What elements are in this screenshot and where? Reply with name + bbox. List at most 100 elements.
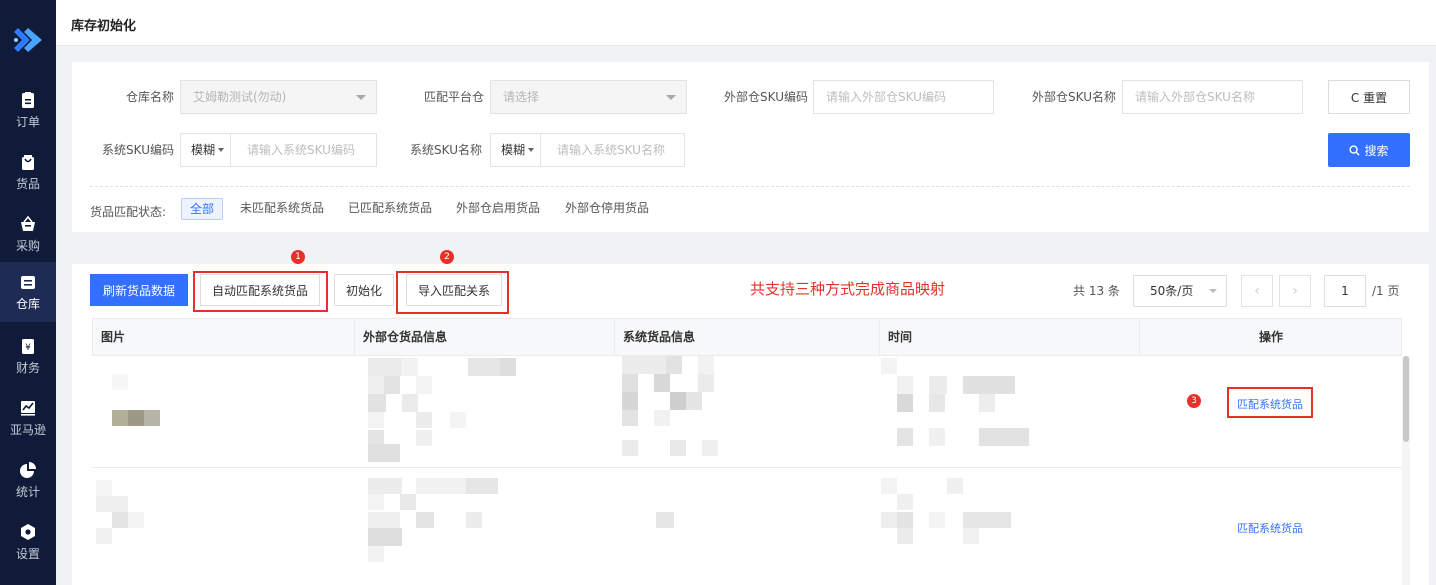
- mapping-note: 共支持三种方式完成商品映射: [750, 280, 946, 298]
- nav-item-goods[interactable]: 货品: [0, 142, 56, 202]
- page-number-input[interactable]: 1: [1324, 275, 1366, 307]
- sidebar: 订单 货品 采购 仓库 ¥ 财务 亚马逊 统计 设置: [0, 0, 56, 585]
- filter-panel: 仓库名称 艾姆勒测试(勿动) 匹配平台仓 请选择 外部仓SKU编码 请输入外部仓…: [72, 62, 1429, 232]
- nav-label: 货品: [15, 177, 40, 191]
- status-tab-matched[interactable]: 已匹配系统货品: [340, 198, 440, 220]
- sys-sku-code-label: 系统SKU编码: [102, 143, 174, 157]
- caret-down-icon: [528, 148, 534, 152]
- nav-label: 采购: [15, 239, 40, 253]
- nav-label: 财务: [15, 361, 40, 375]
- sys-goods-info: [614, 468, 879, 585]
- sys-goods-info: [614, 356, 879, 468]
- ext-sku-code-label: 外部仓SKU编码: [724, 90, 808, 104]
- match-status-label: 货品匹配状态:: [90, 205, 167, 219]
- next-page-button[interactable]: ›: [1279, 275, 1311, 307]
- chevron-down-icon: [666, 95, 676, 100]
- annotation-marker-2: 2: [440, 250, 454, 264]
- table-row: 匹配系统货品: [92, 468, 1402, 585]
- reset-button[interactable]: C 重置: [1328, 80, 1410, 114]
- match-system-goods-link[interactable]: 匹配系统货品: [1237, 520, 1303, 536]
- ext-sku-code-placeholder: 请输入外部仓SKU编码: [826, 90, 946, 104]
- nav-item-finance[interactable]: ¥ 财务: [0, 326, 56, 386]
- time-info: [879, 356, 1139, 468]
- import-mapping-button[interactable]: 导入匹配关系: [406, 274, 502, 306]
- nav-label: 统计: [15, 485, 40, 499]
- nav-item-settings[interactable]: 设置: [0, 512, 56, 572]
- annotation-marker-1: 1: [291, 250, 305, 264]
- annotation-marker-3: 3: [1187, 394, 1201, 408]
- status-tab-all[interactable]: 全部: [181, 198, 224, 220]
- sys-sku-code-mode-select[interactable]: 模糊: [181, 134, 231, 166]
- status-tab-ext-enabled[interactable]: 外部仓启用货品: [448, 198, 548, 220]
- svg-text:¥: ¥: [25, 343, 31, 353]
- ext-sku-name-input[interactable]: 请输入外部仓SKU名称: [1122, 80, 1303, 114]
- chevron-down-icon: [1209, 289, 1217, 293]
- table-row: 3 匹配系统货品: [92, 356, 1402, 468]
- status-tab-ext-disabled[interactable]: 外部仓停用货品: [557, 198, 657, 220]
- finance-icon: ¥: [22, 339, 34, 354]
- ext-sku-name-label: 外部仓SKU名称: [1032, 90, 1116, 104]
- warehouse-name-value: 艾姆勒测试(勿动): [193, 90, 287, 104]
- nav-label: 订单: [15, 115, 40, 129]
- trend-chart-icon: [21, 401, 35, 416]
- filter-divider: [90, 186, 1410, 187]
- column-header-action: 操作: [1258, 330, 1283, 344]
- top-bar: 库存初始化: [56, 0, 1436, 46]
- nav-label: 设置: [15, 547, 40, 561]
- ext-goods-info: [354, 356, 614, 468]
- basket-icon: [21, 215, 35, 231]
- settings-icon: [21, 524, 35, 540]
- match-system-goods-link[interactable]: 匹配系统货品: [1237, 396, 1303, 412]
- column-header-sys-goods: 系统货品信息: [615, 319, 880, 355]
- search-button[interactable]: 搜索: [1328, 133, 1410, 167]
- pie-chart-icon: [20, 462, 36, 478]
- nav-item-purchase[interactable]: 采购: [0, 204, 56, 264]
- auto-match-button[interactable]: 自动匹配系统货品: [200, 274, 320, 306]
- nav-item-amazon[interactable]: 亚马逊: [0, 388, 56, 448]
- column-header-time: 时间: [880, 319, 1140, 355]
- pagination-total: 共 13 条: [1073, 284, 1120, 298]
- nav-label: 仓库: [15, 297, 40, 311]
- page-title: 库存初始化: [71, 19, 137, 34]
- search-button-label: 搜索: [1364, 143, 1389, 158]
- match-platform-label: 匹配平台仓: [423, 90, 484, 104]
- column-header-image: 图片: [93, 319, 355, 355]
- mode-value: 模糊: [191, 143, 216, 157]
- nav-item-orders[interactable]: 订单: [0, 80, 56, 140]
- goods-image: [92, 356, 354, 468]
- table-scrollbar[interactable]: [1402, 356, 1410, 585]
- column-header-ext-goods: 外部仓货品信息: [355, 319, 615, 355]
- warehouse-name-label: 仓库名称: [125, 90, 174, 104]
- table-header: 图片 外部仓货品信息 系统货品信息 时间 操作: [92, 318, 1402, 356]
- chevron-down-icon: [356, 95, 366, 100]
- sys-sku-name-mode-select[interactable]: 模糊: [491, 134, 541, 166]
- warehouse-name-select[interactable]: 艾姆勒测试(勿动): [180, 80, 377, 114]
- initialize-button[interactable]: 初始化: [334, 274, 394, 306]
- scrollbar-thumb[interactable]: [1403, 356, 1409, 442]
- goods-table-panel: 刷新货品数据 1 自动匹配系统货品 初始化 2 导入匹配关系 共支持三种方式完成…: [72, 250, 1429, 585]
- match-platform-select[interactable]: 请选择: [490, 80, 687, 114]
- ext-sku-name-placeholder: 请输入外部仓SKU名称: [1135, 90, 1255, 104]
- nav-item-statistics[interactable]: 统计: [0, 450, 56, 510]
- refresh-goods-button[interactable]: 刷新货品数据: [90, 274, 188, 306]
- warehouse-icon: [21, 276, 35, 289]
- sys-sku-code-input[interactable]: 请输入系统SKU编码: [231, 134, 376, 166]
- page-size-select[interactable]: 50条/页: [1133, 275, 1227, 307]
- app-logo-icon[interactable]: [10, 22, 46, 58]
- caret-down-icon: [218, 148, 224, 152]
- ext-sku-code-input[interactable]: 请输入外部仓SKU编码: [813, 80, 994, 114]
- sys-sku-name-label: 系统SKU名称: [410, 143, 482, 157]
- nav-item-warehouse[interactable]: 仓库: [0, 262, 56, 322]
- bag-icon: [22, 155, 34, 170]
- match-platform-placeholder: 请选择: [503, 90, 540, 104]
- status-tab-unmatched[interactable]: 未匹配系统货品: [232, 198, 332, 220]
- search-icon: [1349, 144, 1361, 156]
- nav-label: 亚马逊: [9, 423, 46, 437]
- prev-page-button[interactable]: ‹: [1241, 275, 1273, 307]
- sys-sku-code-combo: 模糊 请输入系统SKU编码: [180, 133, 377, 167]
- goods-image: [92, 468, 354, 585]
- sys-sku-name-input[interactable]: 请输入系统SKU名称: [541, 134, 684, 166]
- mode-value: 模糊: [501, 143, 526, 157]
- sys-sku-name-placeholder: 请输入系统SKU名称: [557, 143, 665, 157]
- clipboard-icon: [22, 92, 34, 108]
